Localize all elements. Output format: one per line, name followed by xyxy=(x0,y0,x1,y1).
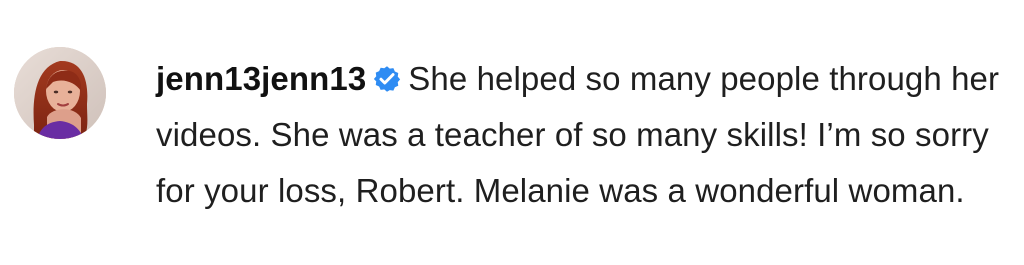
verified-badge-icon xyxy=(372,64,402,94)
avatar[interactable] xyxy=(14,47,106,139)
avatar-image xyxy=(14,47,106,139)
comment-item: jenn13jenn13 She helped so many people t… xyxy=(0,0,1024,265)
comment-body: jenn13jenn13 She helped so many people t… xyxy=(156,51,1006,219)
username-link[interactable]: jenn13jenn13 xyxy=(156,60,366,97)
